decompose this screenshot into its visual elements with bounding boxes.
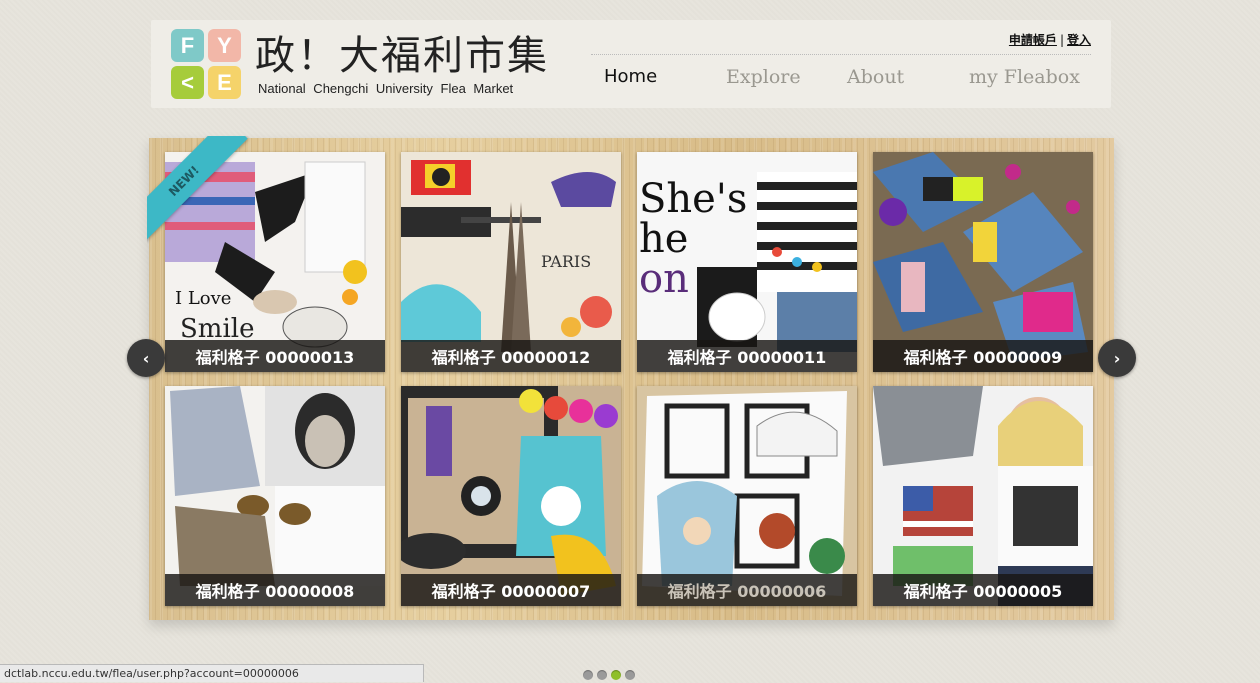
nav-about[interactable]: About — [847, 66, 904, 88]
logo-tile-e: E — [208, 66, 241, 99]
item-card-00000011[interactable]: She's he on 福利格子 00000011 — [637, 152, 857, 372]
item-caption: 福利格子 00000009 — [873, 340, 1093, 372]
item-image — [637, 386, 857, 606]
svg-text:on: on — [639, 256, 689, 302]
item-card-00000012[interactable]: PARIS 福利格子 00000012 — [401, 152, 621, 372]
page-dot-2[interactable] — [597, 670, 607, 680]
nav-my-fleabox[interactable]: my Fleabox — [969, 66, 1080, 88]
logo-tile-f: F — [171, 29, 204, 62]
item-card-00000007[interactable]: 福利格子 00000007 — [401, 386, 621, 606]
item-card-00000008[interactable]: 福利格子 00000008 — [165, 386, 385, 606]
site-header: F Y < E 政！大福利市集 National Chengchi Univer… — [151, 20, 1111, 108]
nav-home[interactable]: Home — [604, 66, 657, 87]
page-dot-4[interactable] — [625, 670, 635, 680]
item-caption: 福利格子 00000013 — [165, 340, 385, 372]
new-badge: NEW! — [147, 136, 257, 246]
item-caption: 福利格子 00000012 — [401, 340, 621, 372]
item-image: She's he on — [637, 152, 857, 372]
item-image — [165, 386, 385, 606]
item-image — [873, 386, 1093, 606]
item-image — [873, 152, 1093, 372]
item-caption: 福利格子 00000011 — [637, 340, 857, 372]
item-card-00000006[interactable]: 福利格子 00000006 — [637, 386, 857, 606]
browser-status-url: dctlab.nccu.edu.tw/flea/user.php?account… — [0, 664, 424, 682]
register-link[interactable]: 申請帳戶 — [1009, 33, 1057, 47]
site-subtitle: National Chengchi University Flea Market — [258, 81, 514, 96]
item-caption: 福利格子 00000007 — [401, 574, 621, 606]
site-title: 政！大福利市集 — [255, 33, 549, 79]
logo-icon[interactable]: F Y < E — [171, 29, 242, 100]
nav-divider — [591, 54, 1091, 55]
account-links: 申請帳戶 | 登入 — [1009, 31, 1091, 48]
item-caption: 福利格子 00000006 — [637, 574, 857, 606]
logo-tile-y: Y — [208, 29, 241, 62]
item-card-00000009[interactable]: 福利格子 00000009 — [873, 152, 1093, 372]
item-caption: 福利格子 00000008 — [165, 574, 385, 606]
item-caption: 福利格子 00000005 — [873, 574, 1093, 606]
page-dot-1[interactable] — [583, 670, 593, 680]
prev-arrow-button[interactable]: ‹ — [127, 339, 165, 377]
login-link[interactable]: 登入 — [1067, 33, 1091, 47]
nav-explore[interactable]: Explore — [726, 66, 801, 88]
item-card-00000005[interactable]: 福利格子 00000005 — [873, 386, 1093, 606]
item-image — [401, 386, 621, 606]
svg-text:I Love: I Love — [175, 288, 231, 309]
item-image: PARIS — [401, 152, 621, 372]
chevron-right-icon: › — [1113, 348, 1121, 368]
chevron-left-icon: ‹ — [142, 348, 150, 368]
page-dot-3[interactable] — [611, 670, 621, 680]
logo-tile-arrow: < — [171, 66, 204, 99]
link-separator: | — [1059, 33, 1064, 47]
item-shelf: I Love Smile 福利格子 00000013 PARIS 福利格子 00… — [147, 136, 1114, 620]
svg-text:PARIS: PARIS — [541, 252, 591, 271]
next-arrow-button[interactable]: › — [1098, 339, 1136, 377]
new-badge-label: NEW! — [147, 136, 248, 245]
